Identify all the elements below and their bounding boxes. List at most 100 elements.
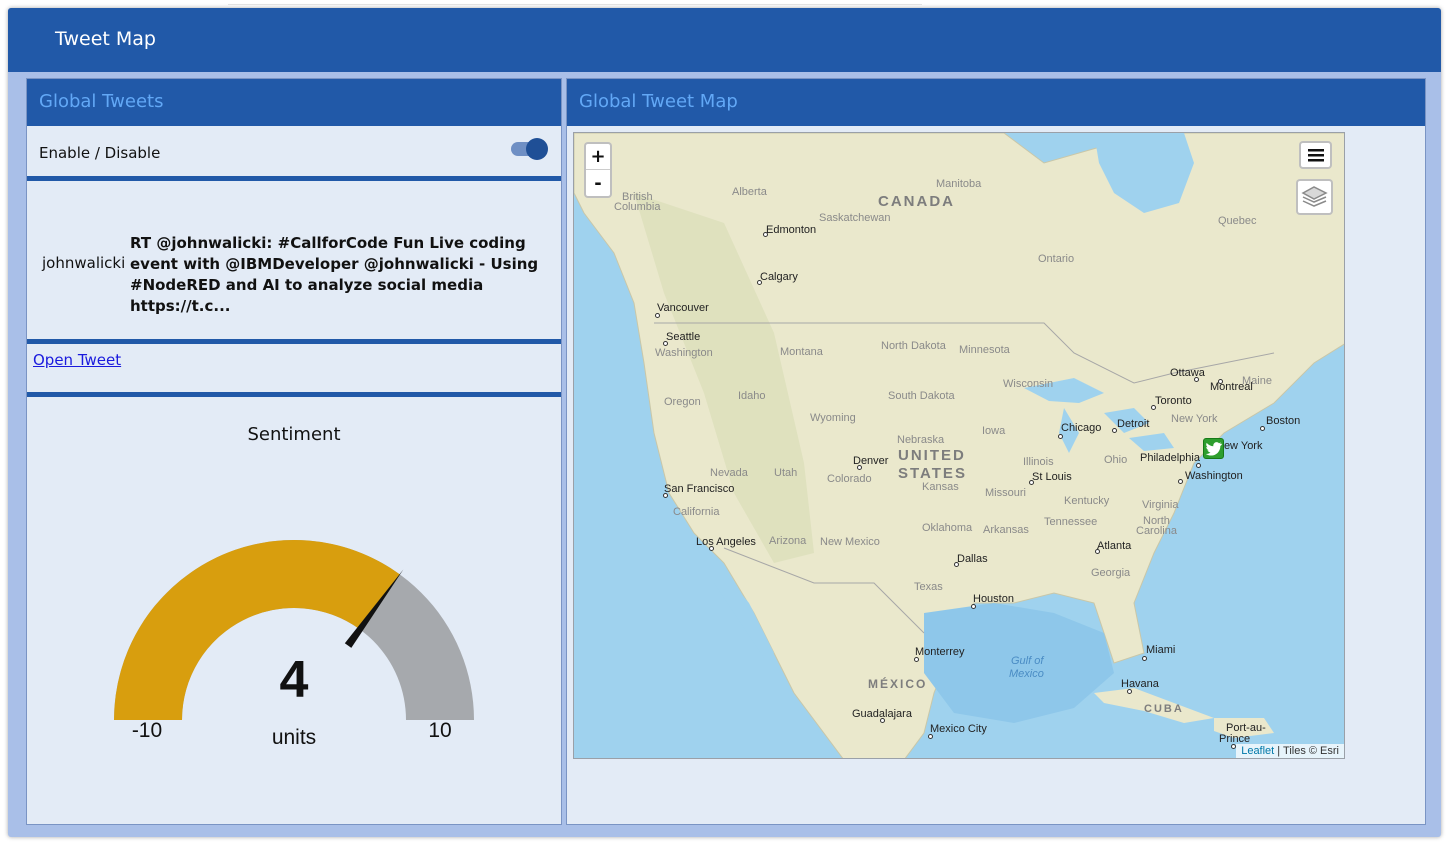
label-saskatchewan: Saskatchewan — [819, 212, 891, 224]
label-kentucky: Kentucky — [1064, 495, 1110, 507]
toggle-card: Enable / Disable — [27, 128, 561, 176]
enable-disable-label: Enable / Disable — [39, 144, 161, 162]
label-houston: Houston — [973, 593, 1014, 605]
label-washington-dc: Washington — [1185, 470, 1243, 482]
tweet-username: johnwalicki — [42, 254, 126, 272]
label-north-dakota: North Dakota — [881, 340, 946, 352]
label-los-angeles: Los Angeles — [696, 536, 756, 548]
global-tweet-map-group: Global Tweet Map CANADA UNITED STATES MÉ… — [566, 78, 1426, 825]
app-header: Tweet Map — [8, 8, 1441, 72]
label-havana: Havana — [1121, 678, 1159, 690]
label-chicago: Chicago — [1061, 422, 1102, 434]
tweet-text: RT @johnwalicki: #CallforCode Fun Live c… — [130, 234, 539, 315]
label-alberta: Alberta — [732, 186, 767, 198]
hamburger-menu-icon — [1308, 149, 1324, 162]
label-tennessee: Tennessee — [1044, 516, 1098, 528]
tweet-card: johnwalicki RT @johnwalicki: #CallforCod… — [27, 181, 561, 339]
label-st-louis: St Louis — [1032, 471, 1072, 483]
label-quebec: Quebec — [1218, 215, 1257, 227]
label-philadelphia: Philadelphia — [1140, 452, 1200, 464]
gauge-value: 4 — [280, 651, 309, 709]
label-georgia: Georgia — [1091, 567, 1131, 579]
label-ontario: Ontario — [1038, 253, 1075, 265]
app-title: Tweet Map — [55, 28, 156, 50]
switch-knob[interactable] — [526, 138, 548, 160]
map-attribution: Leaflet | Tiles © Esri — [1236, 744, 1344, 758]
label-atlanta: Atlanta — [1097, 540, 1132, 552]
label-seattle: Seattle — [666, 331, 701, 343]
city-dot — [1142, 656, 1147, 661]
zoom-out-button[interactable]: - — [586, 171, 610, 197]
label-monterrey: Monterrey — [915, 646, 965, 658]
label-miami: Miami — [1146, 644, 1176, 656]
label-missouri: Missouri — [985, 487, 1026, 499]
label-denver: Denver — [853, 455, 889, 467]
label-washington-state: Washington — [655, 347, 713, 359]
label-montana: Montana — [780, 346, 823, 358]
open-tweet-link[interactable]: Open Tweet — [33, 351, 121, 369]
map-menu-button[interactable] — [1299, 141, 1332, 169]
twitter-bird-icon — [1205, 442, 1222, 456]
label-california: California — [673, 506, 720, 518]
tiles-attribution: | Tiles © Esri — [1277, 745, 1339, 757]
label-canada: CANADA — [878, 193, 955, 210]
city-dot — [1260, 426, 1265, 431]
label-vancouver: Vancouver — [657, 302, 709, 314]
global-tweets-title: Global Tweets — [39, 91, 164, 112]
tweet-marker[interactable] — [1203, 438, 1224, 459]
label-guadalajara: Guadalajara — [852, 708, 912, 720]
gauge-units: units — [272, 726, 316, 749]
top-strip — [228, 4, 922, 5]
gauge-min: -10 — [132, 719, 162, 742]
global-tweets-group: Global Tweets Enable / Disable johnwalic… — [26, 78, 562, 825]
label-gulf-of: Gulf of — [1011, 655, 1044, 667]
global-tweet-map-header: Global Tweet Map — [567, 79, 1425, 126]
label-iowa: Iowa — [982, 425, 1006, 437]
label-mexico: MÉXICO — [868, 677, 928, 691]
tweet-map[interactable]: CANADA UNITED STATES MÉXICO CUBA British… — [573, 132, 1345, 759]
label-arizona: Arizona — [769, 535, 807, 547]
label-virginia: Virginia — [1142, 499, 1179, 511]
layers-button[interactable] — [1296, 179, 1333, 215]
label-san-francisco: San Francisco — [664, 483, 735, 495]
leaflet-link[interactable]: Leaflet — [1241, 745, 1274, 757]
dashboard-frame: Tweet Map Global Tweets Enable / Disable… — [8, 8, 1441, 837]
sentiment-gauge: 4 units -10 10 — [114, 540, 474, 749]
city-dot — [1178, 479, 1183, 484]
label-calgary: Calgary — [760, 271, 798, 283]
label-edmonton: Edmonton — [766, 224, 817, 236]
label-montreal: Montreal — [1210, 381, 1253, 393]
label-wisconsin: Wisconsin — [1003, 378, 1054, 390]
label-ohio: Ohio — [1104, 454, 1128, 466]
zoom-in-button[interactable]: + — [586, 144, 610, 170]
layers-icon — [1301, 186, 1328, 207]
label-manitoba: Manitoba — [936, 178, 982, 190]
label-states: STATES — [898, 465, 967, 482]
label-minnesota: Minnesota — [959, 344, 1010, 356]
link-card: Open Tweet — [27, 344, 561, 392]
label-dallas: Dallas — [957, 553, 988, 565]
label-oregon: Oregon — [664, 396, 701, 408]
label-illinois: Illinois — [1023, 456, 1054, 468]
zoom-control: + - — [584, 142, 612, 198]
label-united: UNITED — [898, 447, 966, 464]
label-colorado: Colorado — [827, 473, 872, 485]
label-south-dakota: South Dakota — [888, 390, 955, 402]
label-ottawa: Ottawa — [1170, 367, 1205, 379]
sentiment-card: Sentiment 4 units -10 10 — [27, 397, 561, 824]
label-nebraska: Nebraska — [897, 434, 945, 446]
label-new-york-state: New York — [1171, 413, 1218, 425]
label-carolina: Carolina — [1136, 525, 1177, 537]
label-kansas: Kansas — [922, 481, 959, 493]
global-tweet-map-title: Global Tweet Map — [579, 91, 738, 112]
city-dot — [1058, 434, 1063, 439]
label-boston: Boston — [1266, 415, 1301, 427]
gauge-max: 10 — [428, 719, 451, 742]
enable-disable-switch[interactable] — [511, 138, 548, 160]
global-tweets-header: Global Tweets — [27, 79, 561, 126]
label-columbia: Columbia — [614, 201, 661, 213]
label-detroit: Detroit — [1117, 418, 1150, 430]
label-idaho: Idaho — [738, 390, 766, 402]
label-gulf-mexico: Mexico — [1009, 668, 1044, 680]
label-oklahoma: Oklahoma — [922, 522, 973, 534]
